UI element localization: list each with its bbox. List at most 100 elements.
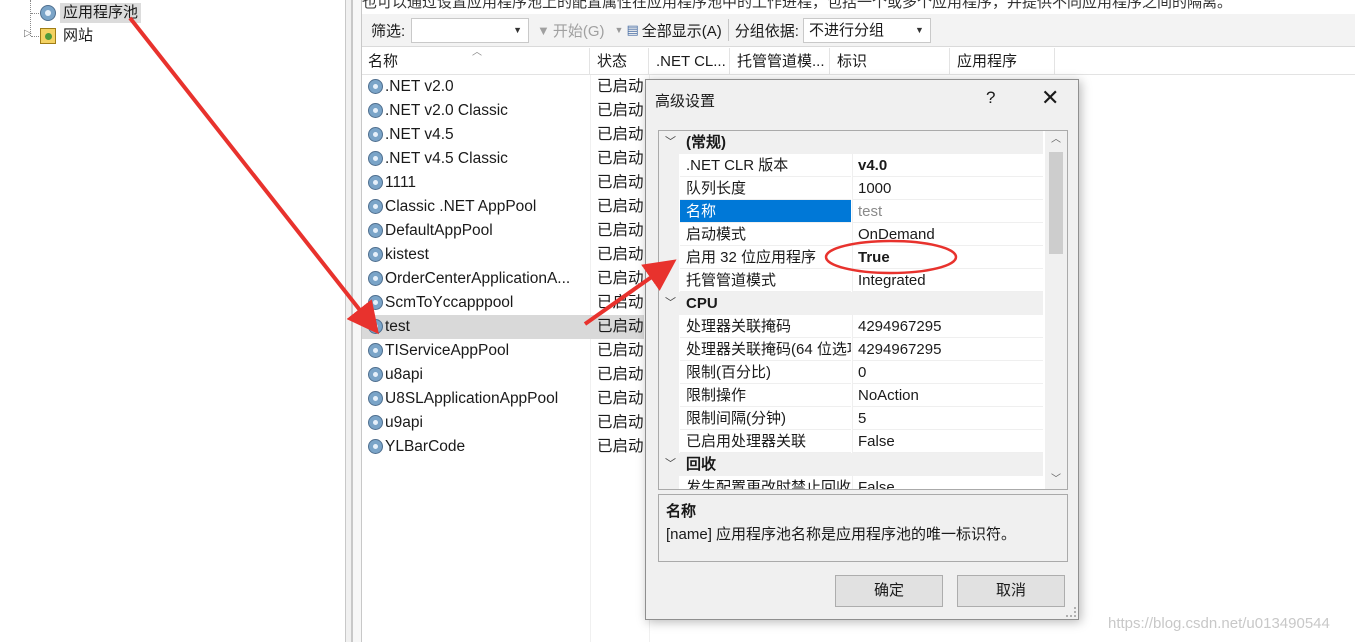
column-header-name[interactable]: ︿ 名称 [362,48,590,75]
list-item[interactable]: .NET v4.5 Classic 已启动 [362,147,652,171]
filter-toolbar: 筛选: ▼ ▼ 开始(G) ▼ ▤ 全部显示(A) 分组依据: 不进行分组 ▼ [362,14,1355,47]
ok-button[interactable]: 确定 [835,575,943,607]
list-item[interactable]: kistest 已启动 [362,243,652,267]
list-item[interactable]: Classic .NET AppPool 已启动 [362,195,652,219]
pool-state: 已启动 [597,318,644,335]
column-header-clr[interactable]: .NET CL... [650,48,730,75]
app-pool-icon [368,439,383,454]
category-label: CPU [686,295,718,312]
pool-state: 已启动 [597,78,644,95]
property-row[interactable]: 启动模式 OnDemand [659,223,1043,246]
filter-input[interactable]: ▼ [411,17,529,43]
app-pool-icon [368,223,383,238]
category-cpu[interactable]: ﹀ CPU [659,292,1043,315]
resize-grip-icon[interactable] [1066,607,1076,617]
property-value[interactable]: test [852,200,1043,223]
cancel-button[interactable]: 取消 [957,575,1065,607]
grid-margin [659,430,679,453]
list-item[interactable]: u8api 已启动 [362,363,652,387]
pool-name: test [385,318,410,335]
column-header-identity[interactable]: 标识 [831,48,950,75]
app-pool-icon [368,295,383,310]
property-grid-scrollbar[interactable]: ︿ ﹀ [1045,131,1067,489]
close-icon[interactable]: ✕ [1041,87,1059,109]
start-filter-button[interactable]: ▼ 开始(G) [537,20,605,41]
pool-state: 已启动 [597,174,644,191]
property-row-selected[interactable]: 名称 test [659,200,1043,223]
list-item[interactable]: .NET v4.5 已启动 [362,123,652,147]
scrollbar-thumb[interactable] [1049,152,1063,254]
property-value[interactable]: 1000 [852,177,1043,200]
list-item[interactable]: ScmToYccapppool 已启动 [362,291,652,315]
property-row[interactable]: 处理器关联掩码(64 位选项) 4294967295 [659,338,1043,361]
property-value[interactable]: False [852,430,1043,453]
property-name: 名称 [680,200,851,223]
column-header-pipeline[interactable]: 托管管道模... [731,48,830,75]
category-general[interactable]: ﹀ (常规) [659,131,1043,154]
property-row[interactable]: 已启用处理器关联 False [659,430,1043,453]
property-row[interactable]: 队列长度 1000 [659,177,1043,200]
app-pool-icon [368,367,383,382]
property-value[interactable]: Integrated [852,269,1043,292]
expand-arrow-icon[interactable]: ▷ [24,28,32,39]
property-value[interactable]: False [852,476,1043,489]
column-header-applications[interactable]: 应用程序 [951,48,1055,75]
grid-margin [659,200,679,223]
list-item[interactable]: .NET v2.0 已启动 [362,75,652,99]
tree-item-websites[interactable]: 网站 [40,25,96,47]
property-row[interactable]: 发生配置更改时禁止回收 False [659,476,1043,489]
tree-item-app-pools[interactable]: 应用程序池 [40,2,142,24]
show-all-button[interactable]: ▤ 全部显示(A) [626,20,721,41]
pool-name: DefaultAppPool [385,222,493,239]
help-icon[interactable]: ? [986,88,995,108]
app-pool-icon [368,343,383,358]
chevron-down-icon[interactable]: ▼ [615,25,624,35]
chevron-down-icon[interactable]: ﹀ [665,292,676,315]
pool-state: 已启动 [597,126,644,143]
property-row[interactable]: 限制(百分比) 0 [659,361,1043,384]
category-recycling[interactable]: ﹀ 回收 [659,453,1043,476]
pane-splitter[interactable] [345,0,352,642]
property-value[interactable]: 4294967295 [852,338,1043,361]
property-row[interactable]: 处理器关联掩码 4294967295 [659,315,1043,338]
list-item[interactable]: OrderCenterApplicationA... 已启动 [362,267,652,291]
property-row[interactable]: .NET CLR 版本 v4.0 [659,154,1043,177]
property-value[interactable]: NoAction [852,384,1043,407]
list-header: ︿ 名称 状态 .NET CL... 托管管道模... 标识 应用程序 [362,48,1355,75]
list-item[interactable]: U8SLApplicationAppPool 已启动 [362,387,652,411]
property-row[interactable]: 限制间隔(分钟) 5 [659,407,1043,430]
list-item[interactable]: DefaultAppPool 已启动 [362,219,652,243]
property-name: 处理器关联掩码(64 位选项) [680,338,851,361]
property-row-enable-32bit[interactable]: 启用 32 位应用程序 True [659,246,1043,269]
property-row[interactable]: 托管管道模式 Integrated [659,269,1043,292]
property-value[interactable]: 4294967295 [852,315,1043,338]
property-value[interactable]: 5 [852,407,1043,430]
property-value[interactable]: OnDemand [852,223,1043,246]
pool-name: Classic .NET AppPool [385,198,537,215]
chevron-down-icon[interactable]: ﹀ [665,453,676,476]
list-item[interactable]: .NET v2.0 Classic 已启动 [362,99,652,123]
pool-name: YLBarCode [385,438,466,455]
grid-margin [659,154,679,177]
column-header-label: 标识 [837,53,868,70]
chevron-down-icon[interactable]: ﹀ [665,131,676,154]
list-item[interactable]: 1111 已启动 [362,171,652,195]
list-item[interactable]: YLBarCode 已启动 [362,435,652,459]
list-item-selected[interactable]: test 已启动 [362,315,644,339]
property-value[interactable]: 0 [852,361,1043,384]
property-value[interactable]: v4.0 [852,154,1043,177]
column-header-state[interactable]: 状态 [591,48,649,75]
tree-guide-line [31,36,39,37]
property-name: 处理器关联掩码 [680,315,851,338]
list-item[interactable]: u9api 已启动 [362,411,652,435]
connections-tree: 应用程序池 ▷ 网站 [0,0,345,642]
app-pool-icon [368,247,383,262]
property-row[interactable]: 限制操作 NoAction [659,384,1043,407]
list-item[interactable]: TIServiceAppPool 已启动 [362,339,652,363]
scroll-up-icon[interactable]: ︿ [1045,131,1067,149]
pool-name: .NET v4.5 [385,126,454,143]
scroll-down-icon[interactable]: ﹀ [1045,471,1067,489]
pool-state: 已启动 [597,366,644,383]
group-by-select[interactable]: 不进行分组 ▼ [802,17,931,43]
property-value[interactable]: True [852,246,1043,269]
